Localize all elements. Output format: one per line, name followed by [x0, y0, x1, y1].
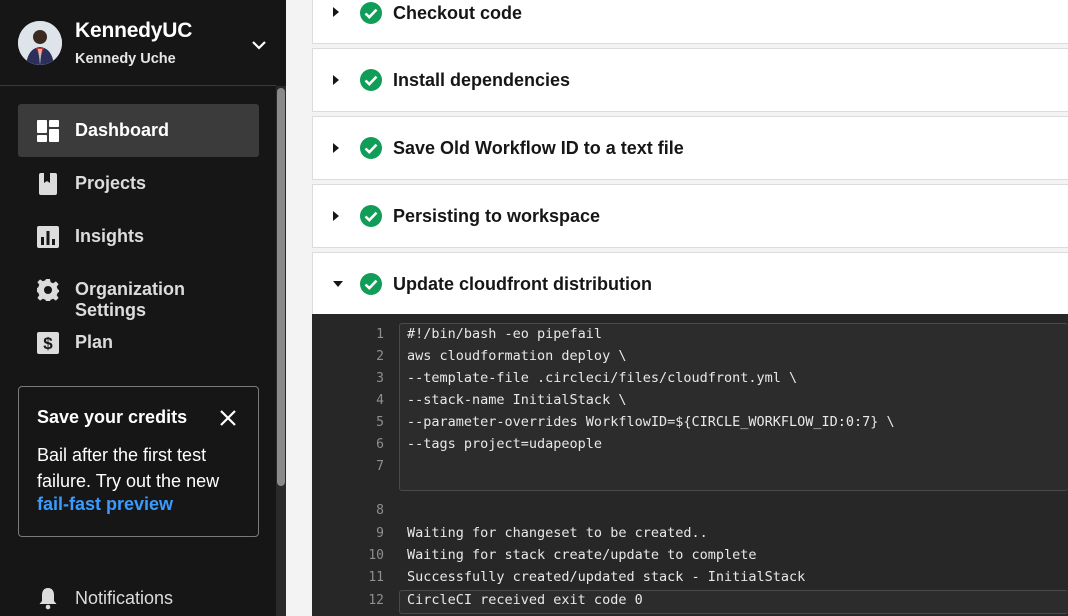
- credits-title: Save your credits: [37, 407, 188, 427]
- caret-right-icon: [333, 211, 339, 221]
- line-text: --template-file .circleci/files/cloudfro…: [407, 370, 798, 386]
- avatar: [18, 21, 62, 65]
- output-line: 12 CircleCI received exit code 0: [312, 591, 1068, 613]
- caret-down-icon: [333, 281, 343, 287]
- line-number: 11: [368, 570, 384, 585]
- nav-item-organization-settings[interactable]: Organization Settings: [18, 263, 259, 320]
- line-number: 9: [376, 526, 384, 541]
- line-text: Successfully created/updated stack - Ini…: [407, 569, 806, 585]
- user-name: Kennedy Uche: [75, 51, 176, 67]
- nav-item-plan[interactable]: $ Plan: [18, 316, 259, 369]
- step-label: Install dependencies: [393, 70, 571, 90]
- nav-item-insights[interactable]: Insights: [18, 210, 259, 263]
- step-save-old-workflow-id[interactable]: Save Old Workflow ID to a text file: [312, 116, 1068, 180]
- success-check-icon: [360, 69, 382, 91]
- bar-chart-icon: [37, 226, 59, 248]
- line-text: #!/bin/bash -eo pipefail: [407, 326, 603, 342]
- line-number: 10: [368, 548, 384, 563]
- caret-right-icon: [333, 7, 339, 17]
- nav-label: Dashboard: [75, 120, 170, 140]
- line-number: 1: [376, 327, 384, 342]
- bell-icon: [39, 588, 57, 610]
- step-install-dependencies[interactable]: Install dependencies: [312, 48, 1068, 112]
- line-text: Waiting for changeset to be created..: [407, 525, 708, 541]
- line-number: 5: [376, 415, 384, 430]
- output-line: 11 Successfully created/updated stack - …: [312, 568, 1068, 590]
- step-label: Update cloudfront distribution: [393, 274, 652, 294]
- line-text: --tags project=udapeople: [407, 436, 603, 452]
- step-label: Save Old Workflow ID to a text file: [393, 138, 684, 158]
- line-text: --stack-name InitialStack \: [407, 392, 627, 408]
- line-number: 4: [376, 393, 384, 408]
- nav-label: Organization Settings: [75, 279, 186, 320]
- output-line: 9 Waiting for changeset to be created..: [312, 524, 1068, 546]
- svg-text:$: $: [43, 334, 53, 353]
- output-line: 2 aws cloudformation deploy \: [312, 347, 1068, 369]
- org-name: KennedyUC: [75, 19, 193, 42]
- caret-right-icon: [333, 75, 339, 85]
- caret-right-icon: [333, 143, 339, 153]
- book-icon: [39, 173, 57, 195]
- fail-fast-preview-link[interactable]: fail-fast preview: [37, 494, 173, 515]
- line-number: 7: [376, 459, 384, 474]
- output-line: 6 --tags project=udapeople: [312, 435, 1068, 457]
- line-number: 12: [368, 593, 384, 608]
- line-text: --parameter-overrides WorkflowID=${CIRCL…: [407, 414, 895, 430]
- line-text: CircleCI received exit code 0: [407, 592, 643, 608]
- success-check-icon: [360, 2, 382, 24]
- line-number: 6: [376, 437, 384, 452]
- notifications-label: Notifications: [75, 588, 174, 608]
- line-number: 3: [376, 371, 384, 386]
- sidebar: KennedyUC Kennedy Uche Dashboard Project…: [0, 0, 286, 616]
- output-line: 1 #!/bin/bash -eo pipefail: [312, 325, 1068, 347]
- notifications-item[interactable]: Notifications: [18, 580, 259, 616]
- output-line: 10 Waiting for stack create/update to co…: [312, 546, 1068, 568]
- step-persisting-to-workspace[interactable]: Persisting to workspace: [312, 184, 1068, 248]
- output-line: 7: [312, 457, 1068, 479]
- line-text: aws cloudformation deploy \: [407, 348, 627, 364]
- output-line: 8: [312, 501, 1068, 523]
- success-check-icon: [360, 137, 382, 159]
- chevron-down-icon[interactable]: [250, 36, 268, 54]
- dashboard-icon: [37, 120, 59, 142]
- close-icon[interactable]: [219, 409, 237, 427]
- sidebar-scrollbar-thumb[interactable]: [277, 88, 285, 486]
- nav-item-projects[interactable]: Projects: [18, 157, 259, 210]
- line-number: 2: [376, 349, 384, 364]
- credits-body: Bail after the first test failure. Try o…: [37, 445, 220, 491]
- success-check-icon: [360, 273, 382, 295]
- step-update-cloudfront-distribution[interactable]: Update cloudfront distribution: [312, 252, 1068, 315]
- line-text: Waiting for stack create/update to compl…: [407, 547, 757, 563]
- nav-label: Projects: [75, 173, 147, 193]
- gear-icon: [37, 279, 59, 301]
- nav-label: Plan: [75, 332, 114, 352]
- step-label: Checkout code: [393, 3, 523, 23]
- step-output-terminal: 1 #!/bin/bash -eo pipefail 2 aws cloudfo…: [312, 314, 1068, 616]
- output-line: 5 --parameter-overrides WorkflowID=${CIR…: [312, 413, 1068, 435]
- line-number: 8: [376, 503, 384, 518]
- nav-label: Insights: [75, 226, 145, 246]
- success-check-icon: [360, 205, 382, 227]
- nav-item-dashboard[interactable]: Dashboard: [18, 104, 259, 157]
- org-switcher[interactable]: KennedyUC Kennedy Uche: [0, 0, 276, 86]
- credits-promo-card: Save your credits Bail after the first t…: [18, 386, 259, 537]
- step-checkout-code[interactable]: Checkout code: [312, 0, 1068, 44]
- output-line: 4 --stack-name InitialStack \: [312, 391, 1068, 413]
- job-steps-panel: Checkout code Install dependencies Save …: [286, 0, 1068, 616]
- dollar-icon: $: [37, 332, 59, 354]
- output-line: 3 --template-file .circleci/files/cloudf…: [312, 369, 1068, 391]
- step-label: Persisting to workspace: [393, 206, 601, 226]
